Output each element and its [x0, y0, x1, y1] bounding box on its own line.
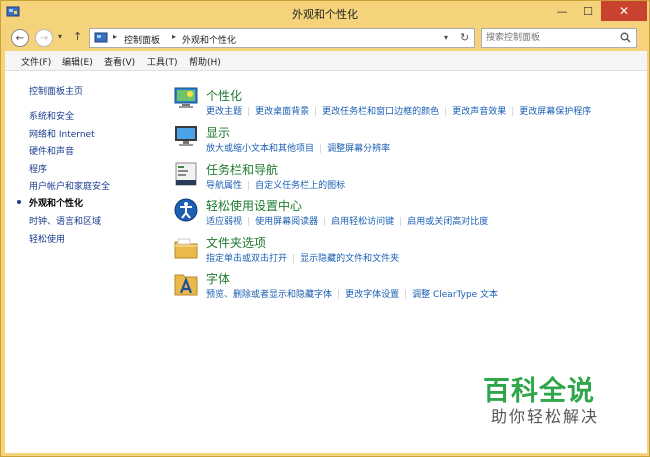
- link-screen-resolution[interactable]: 调整屏幕分辨率: [327, 144, 390, 154]
- sidebar-item-network[interactable]: 网络和 Internet: [29, 127, 95, 140]
- menu-help[interactable]: 帮助(H): [189, 55, 221, 68]
- recent-pages-dropdown[interactable]: ▾: [58, 32, 62, 41]
- personalization-icon[interactable]: [173, 85, 199, 111]
- link-change-screen-saver[interactable]: 更改屏幕保护程序: [519, 107, 591, 117]
- link-low-vision[interactable]: 适应弱视: [206, 217, 242, 227]
- address-dropdown-icon[interactable]: ▾: [444, 33, 448, 42]
- category-title-ease-of-access[interactable]: 轻松使用设置中心: [206, 197, 302, 214]
- display-icon[interactable]: [173, 123, 199, 149]
- link-resize-text[interactable]: 放大或缩小文本和其他项目: [206, 144, 314, 154]
- sidebar-item-system-security[interactable]: 系统和安全: [29, 109, 74, 122]
- category-links-folder-options: 指定单击或双击打开 | 显示隐藏的文件和文件夹: [206, 254, 400, 264]
- link-preview-delete-fonts[interactable]: 预览、删除或者显示和隐藏字体: [206, 290, 332, 300]
- address-bar[interactable]: ▸ 控制面板 ▸ 外观和个性化 ▾ ↻: [89, 28, 475, 48]
- up-button[interactable]: ↑: [73, 30, 82, 43]
- refresh-icon[interactable]: ↻: [460, 31, 469, 44]
- sidebar-item-clock-language[interactable]: 时钟、语言和区域: [29, 214, 101, 227]
- back-button[interactable]: ←: [11, 29, 29, 47]
- fonts-icon[interactable]: [173, 271, 199, 297]
- forward-button[interactable]: →: [35, 29, 53, 47]
- current-page-bullet: [17, 200, 21, 204]
- link-navigation-properties[interactable]: 导航属性: [206, 181, 242, 191]
- title-bar[interactable]: 外观和个性化 — ☐ ✕: [1, 1, 649, 25]
- menu-bar: 文件(F) 编辑(E) 查看(V) 工具(T) 帮助(H): [5, 51, 647, 71]
- watermark-subtitle: 助你轻松解决: [491, 407, 600, 426]
- link-change-font-settings[interactable]: 更改字体设置: [345, 290, 399, 300]
- link-access-keys[interactable]: 启用轻松访问键: [331, 217, 394, 227]
- search-icon[interactable]: [620, 32, 631, 43]
- link-change-sounds[interactable]: 更改声音效果: [452, 107, 506, 117]
- link-change-desktop-background[interactable]: 更改桌面背景: [255, 107, 309, 117]
- folder-options-icon[interactable]: [173, 235, 199, 261]
- menu-edit[interactable]: 编辑(E): [62, 55, 93, 68]
- breadcrumb-control-panel[interactable]: 控制面板: [124, 33, 160, 46]
- sidebar-item-ease-of-access[interactable]: 轻松使用: [29, 232, 65, 245]
- category-title-folder-options[interactable]: 文件夹选项: [206, 234, 266, 251]
- content-area: 控制面板主页 系统和安全 网络和 Internet 硬件和声音 程序 用户帐户和…: [5, 71, 647, 453]
- breadcrumb-separator-icon[interactable]: ▸: [172, 32, 176, 41]
- category-links-fonts: 预览、删除或者显示和隐藏字体 | 更改字体设置 | 调整 ClearType 文本: [206, 290, 499, 300]
- category-title-personalization[interactable]: 个性化: [206, 87, 242, 104]
- navigation-bar: ← → ▾ ↑ ▸ 控制面板 ▸ 外观和个性化 ▾ ↻: [5, 25, 647, 51]
- category-links-taskbar: 导航属性 | 自定义任务栏上的图标: [206, 181, 346, 191]
- menu-view[interactable]: 查看(V): [104, 55, 135, 68]
- category-links-ease-of-access: 适应弱视 | 使用屏幕阅读器 | 启用轻松访问键 | 启用或关闭高对比度: [206, 217, 489, 227]
- link-adjust-cleartype[interactable]: 调整 ClearType 文本: [412, 290, 498, 300]
- category-links-display: 放大或缩小文本和其他项目 | 调整屏幕分辨率: [206, 144, 391, 154]
- sidebar-item-home[interactable]: 控制面板主页: [29, 84, 83, 97]
- sidebar-item-appearance: 外观和个性化: [29, 199, 84, 209]
- category-links-personalization: 更改主题 | 更改桌面背景 | 更改任务栏和窗口边框的颜色 | 更改声音效果 | 更改屏幕保护程…: [206, 107, 592, 117]
- sidebar-item-user-accounts[interactable]: 用户帐户和家庭安全: [29, 179, 110, 192]
- ease-of-access-icon[interactable]: [173, 197, 199, 223]
- menu-file[interactable]: 文件(F): [21, 55, 51, 68]
- close-button[interactable]: ✕: [601, 1, 647, 21]
- sidebar-item-hardware-sound[interactable]: 硬件和声音: [29, 144, 74, 157]
- breadcrumb-separator-icon[interactable]: ▸: [113, 32, 117, 41]
- category-title-display[interactable]: 显示: [206, 124, 230, 141]
- breadcrumb-appearance[interactable]: 外观和个性化: [182, 33, 236, 46]
- link-change-theme[interactable]: 更改主题: [206, 107, 242, 117]
- category-title-taskbar[interactable]: 任务栏和导航: [206, 161, 278, 178]
- menu-tools[interactable]: 工具(T): [147, 55, 178, 68]
- link-customize-taskbar-icons[interactable]: 自定义任务栏上的图标: [255, 181, 345, 191]
- taskbar-icon[interactable]: [173, 161, 199, 187]
- link-single-double-click[interactable]: 指定单击或双击打开: [206, 254, 287, 264]
- search-box[interactable]: [481, 28, 637, 48]
- link-screen-reader[interactable]: 使用屏幕阅读器: [255, 217, 318, 227]
- category-title-fonts[interactable]: 字体: [206, 270, 230, 287]
- link-show-hidden-files[interactable]: 显示隐藏的文件和文件夹: [300, 254, 399, 264]
- control-panel-window: 外观和个性化 — ☐ ✕ ← → ▾ ↑ ▸ 控制面板 ▸ 外观和个性化 ▾ ↻: [0, 0, 650, 457]
- link-change-window-color[interactable]: 更改任务栏和窗口边框的颜色: [322, 107, 439, 117]
- search-input[interactable]: [486, 31, 616, 45]
- control-panel-icon: [94, 32, 108, 43]
- link-high-contrast[interactable]: 启用或关闭高对比度: [407, 217, 488, 227]
- sidebar-item-programs[interactable]: 程序: [29, 162, 47, 175]
- maximize-button[interactable]: ☐: [575, 1, 601, 21]
- minimize-button[interactable]: —: [549, 1, 575, 21]
